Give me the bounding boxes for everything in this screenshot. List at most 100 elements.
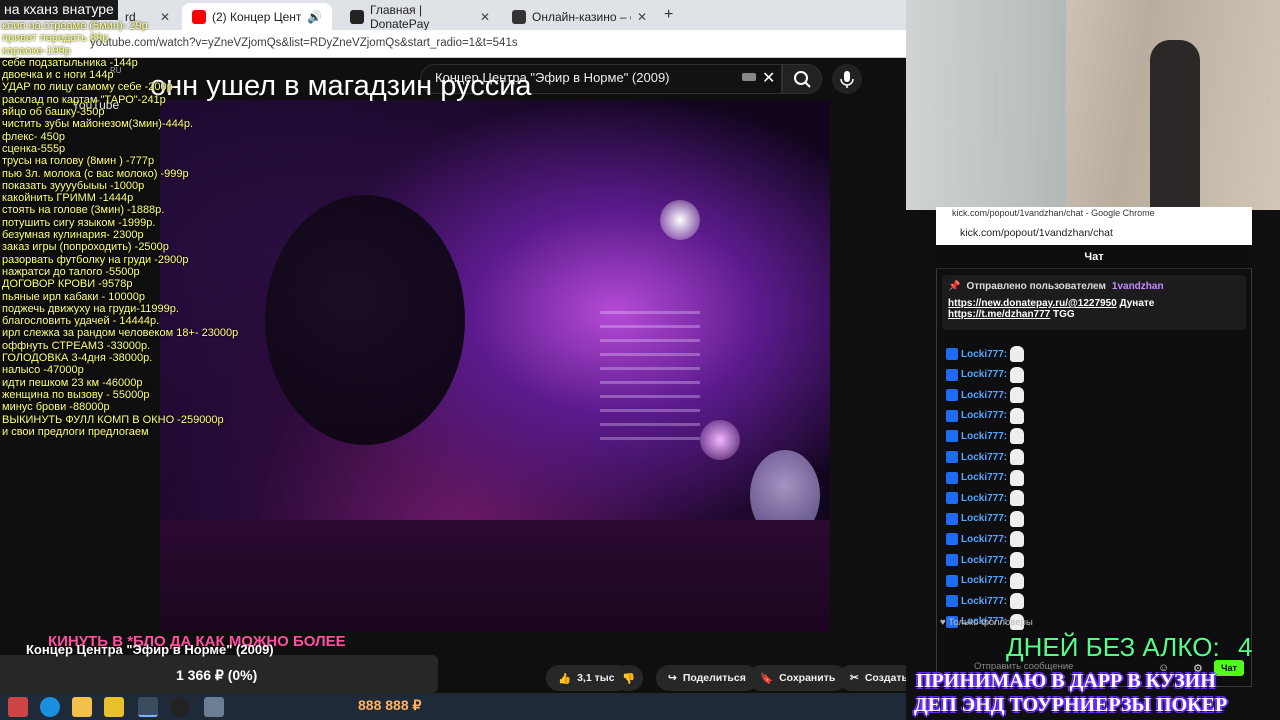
days-sober-count: 4	[1238, 632, 1253, 662]
subscriber-badge-icon	[946, 471, 958, 484]
chat-message[interactable]: Locki777:	[946, 426, 1025, 446]
pin-icon: 📌	[948, 281, 961, 292]
followers-only-label: Только фолловеры	[948, 617, 1033, 628]
donation-item: пьяные ирл кабаки - 10000р	[2, 290, 145, 303]
skull-emote-icon	[1010, 387, 1025, 404]
clear-search-icon[interactable]: ✕	[762, 68, 775, 88]
subscriber-badge-icon	[946, 595, 958, 608]
chat-message[interactable]: Locki777:	[946, 529, 1025, 549]
chat-username[interactable]: Locki777:	[961, 369, 1007, 380]
app-icon[interactable]	[204, 697, 224, 717]
subscriber-badge-icon	[946, 533, 958, 546]
followers-only-notice: ♥ Только фолловеры	[940, 617, 1033, 628]
chat-username[interactable]: Locki777:	[961, 349, 1007, 360]
tab-4[interactable]: Онлайн-казино – слоты, лайв ✕	[502, 3, 657, 30]
chat-message[interactable]: Locki777:	[946, 591, 1025, 611]
folder-icon[interactable]	[72, 697, 92, 717]
close-tab-icon[interactable]: ✕	[637, 10, 647, 24]
donation-item: минус брови -88000р	[2, 401, 110, 414]
chat-username[interactable]: Locki777:	[961, 452, 1007, 463]
donation-item: себе подзатыльника -144р	[2, 56, 138, 69]
skull-emote-icon	[1010, 593, 1025, 610]
chat-username[interactable]: Locki777:	[961, 390, 1007, 401]
pinned-user: 1vandzhan	[1111, 281, 1164, 292]
chat-username[interactable]: Locki777:	[961, 513, 1007, 524]
chat-message[interactable]: Locki777:	[946, 488, 1025, 508]
speaker-icon[interactable]: 🔊	[307, 10, 322, 24]
telegram-link[interactable]: https://t.me/dzhan777	[948, 309, 1050, 320]
chat-message[interactable]: Locki777:	[946, 385, 1025, 405]
donation-price-list: клип на стреаме (5мин)- 29р привет переда…	[0, 20, 300, 438]
skull-emote-icon	[1010, 428, 1025, 445]
chat-username[interactable]: Locki777:	[961, 555, 1007, 566]
taskbar	[0, 693, 906, 720]
donation-item: трусы на голову (8мин ) -777р	[2, 155, 155, 168]
keyboard-icon[interactable]	[742, 73, 756, 81]
chat-url[interactable]: kick.com/popout/1vandzhan/chat	[936, 221, 1252, 245]
app-icon[interactable]	[104, 697, 124, 717]
chat-message[interactable]: Locki777:	[946, 344, 1025, 364]
edge-icon[interactable]	[40, 697, 60, 717]
pinned-text: TGG	[1053, 309, 1075, 320]
chat-username[interactable]: Locki777:	[961, 493, 1007, 504]
skull-emote-icon	[1010, 510, 1025, 527]
tab-label: Главная | DonatePay	[370, 2, 430, 31]
donation-item: оффнуть СТРЕАМЗ -33000р.	[2, 339, 151, 352]
skull-emote-icon	[1010, 366, 1025, 383]
save-button[interactable]: 🔖 Сохранить	[748, 665, 848, 691]
subscriber-badge-icon	[946, 348, 958, 360]
skull-emote-icon	[1010, 469, 1025, 486]
skull-emote-icon	[1010, 531, 1025, 548]
share-button[interactable]: ↪ Поделиться	[656, 665, 758, 691]
donatepay-favicon-icon	[350, 9, 364, 24]
chat-message[interactable]: Locki777:	[946, 571, 1025, 591]
chat-username[interactable]: Locki777:	[961, 596, 1007, 607]
promo-banner-line1: ПРИНИМАЮ В ДАРР В КУЗИН	[916, 670, 1216, 692]
donation-item: ГОЛОДОВКА 3-4дня -38000р.	[2, 352, 153, 365]
donation-item: пью 3л. молока (с вас молоко) -999р	[2, 167, 189, 180]
chat-username[interactable]: Locki777:	[961, 472, 1007, 483]
start-icon[interactable]	[8, 697, 28, 717]
skull-emote-icon	[1010, 407, 1025, 424]
donation-item: и свои предлоги предлогаем	[2, 425, 149, 438]
chat-username[interactable]: Locki777:	[961, 534, 1007, 545]
mic-button[interactable]	[832, 64, 862, 94]
heart-icon: ♥	[940, 617, 946, 628]
chrome-icon[interactable]	[138, 697, 158, 717]
pinned-message[interactable]: 📌 Отправлено пользователем 1vandzhan htt…	[942, 275, 1246, 330]
obs-icon[interactable]	[170, 697, 190, 717]
crowd	[160, 520, 830, 632]
new-tab-button[interactable]: +	[664, 6, 673, 24]
chat-message[interactable]: Locki777:	[946, 550, 1025, 570]
chat-username[interactable]: Locki777:	[961, 410, 1007, 421]
donation-item: привет передать 89р	[2, 32, 109, 45]
chat-header: Чат	[936, 245, 1252, 269]
chat-message[interactable]: Locki777:	[946, 447, 1025, 467]
stage-light	[700, 420, 740, 460]
chat-message[interactable]: Locki777:	[946, 406, 1025, 426]
subscriber-badge-icon	[946, 451, 958, 463]
donation-item: сценка-555р	[2, 142, 66, 155]
donate-link[interactable]: https://new.donatepay.ru/@1227950	[948, 298, 1117, 309]
video-title: Концер Центра "Эфир в Норме" (2009)	[26, 642, 274, 657]
clip-label: Создать кл	[864, 672, 906, 684]
donation-item: стоять на голове (3мин) -1888р.	[2, 204, 165, 217]
clip-button[interactable]: ✂ Создать кл	[838, 665, 906, 691]
search-button[interactable]	[782, 64, 822, 94]
chat-message[interactable]: Locki777:	[946, 509, 1025, 529]
chat-message[interactable]: Locki777:	[946, 365, 1025, 385]
chat-message[interactable]: Locki777:	[946, 468, 1025, 488]
close-tab-icon[interactable]: ✕	[480, 10, 490, 24]
skull-emote-icon	[1010, 572, 1025, 589]
stage-truss	[600, 300, 700, 440]
donation-item: безумная кулинария- 2300р	[2, 229, 144, 242]
chat-username[interactable]: Locki777:	[961, 575, 1007, 586]
pinned-by: Отправлено пользователем	[966, 281, 1106, 292]
tab-3[interactable]: Главная | DonatePay ✕	[340, 2, 500, 31]
thumbs-down-icon: 👎	[622, 672, 636, 685]
chat-username[interactable]: Locki777:	[961, 431, 1007, 442]
donation-item: потушить сигу языком -1999р.	[2, 216, 156, 229]
donation-item: показать зуууубыыы -1000р	[2, 179, 145, 192]
dislike-button[interactable]: 👎	[614, 665, 644, 691]
mic-icon	[840, 71, 854, 88]
